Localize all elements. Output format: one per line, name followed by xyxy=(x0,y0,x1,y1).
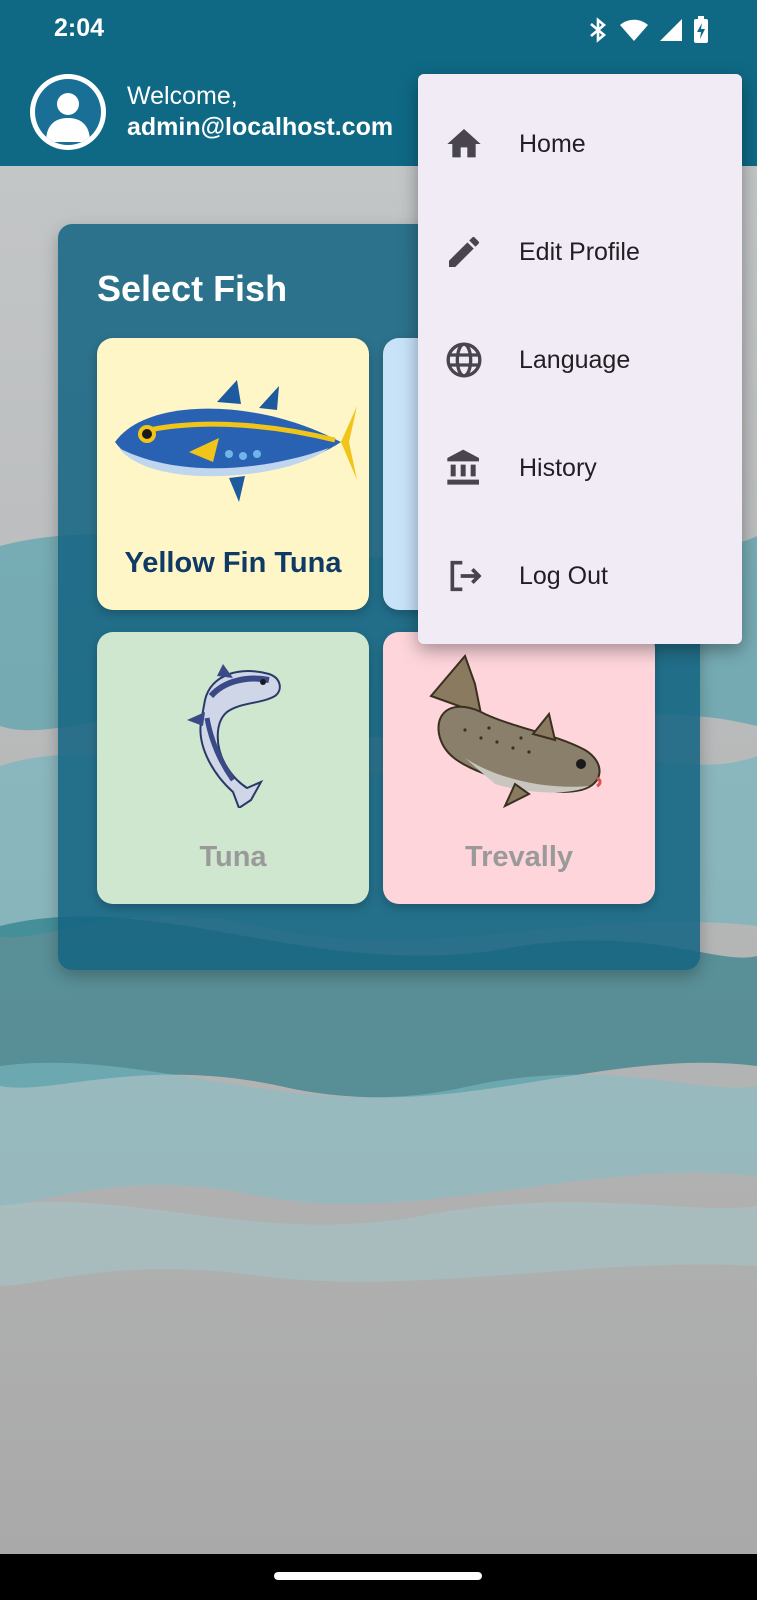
person-icon xyxy=(46,93,90,142)
avatar[interactable] xyxy=(30,74,106,150)
tuna-image xyxy=(187,664,281,808)
bank-icon xyxy=(442,446,486,490)
status-bar: 2:04 xyxy=(0,0,757,60)
menu-item-label: Home xyxy=(519,129,586,158)
status-icons xyxy=(587,16,709,44)
user-email: admin@localhost.com xyxy=(127,113,394,141)
menu-item-label: Log Out xyxy=(519,561,608,590)
wifi-icon xyxy=(620,19,648,41)
menu-item-label: Language xyxy=(519,345,631,374)
menu-item-language[interactable]: Language xyxy=(418,306,742,414)
home-gesture-handle[interactable] xyxy=(274,1572,482,1580)
welcome-greeting: Welcome, xyxy=(127,82,238,110)
menu-item-label: History xyxy=(519,453,597,482)
battery-charging-icon xyxy=(694,16,708,43)
trevally-image xyxy=(429,654,602,809)
fish-label: Trevally xyxy=(464,841,574,873)
signal-icon xyxy=(660,19,682,41)
fish-tile-trevally[interactable]: Trevally xyxy=(383,632,655,904)
yellow-fin-tuna-image xyxy=(115,380,357,502)
welcome-text: Welcome, admin@localhost.com xyxy=(127,81,393,143)
globe-icon xyxy=(442,338,486,382)
page-title: Select Fish xyxy=(97,268,288,309)
menu-item-edit-profile[interactable]: Edit Profile xyxy=(418,198,742,306)
menu-item-home[interactable]: Home xyxy=(418,90,742,198)
system-navigation-bar xyxy=(0,1554,757,1600)
menu-item-log-out[interactable]: Log Out xyxy=(418,522,742,630)
popup-menu: Home Edit Profile Language History Log O… xyxy=(418,74,742,644)
fish-label: Tuna xyxy=(199,841,267,873)
menu-item-history[interactable]: History xyxy=(418,414,742,522)
fish-tile-yellow-fin-tuna[interactable]: Yellow Fin Tuna xyxy=(97,338,369,610)
pencil-icon xyxy=(442,230,486,274)
logout-icon xyxy=(442,554,486,598)
bluetooth-icon xyxy=(590,17,607,43)
fish-label: Yellow Fin Tuna xyxy=(124,547,342,579)
status-time: 2:04 xyxy=(54,14,105,42)
fish-tile-tuna[interactable]: Tuna xyxy=(97,632,369,904)
home-icon xyxy=(442,122,486,166)
menu-item-label: Edit Profile xyxy=(519,237,640,266)
